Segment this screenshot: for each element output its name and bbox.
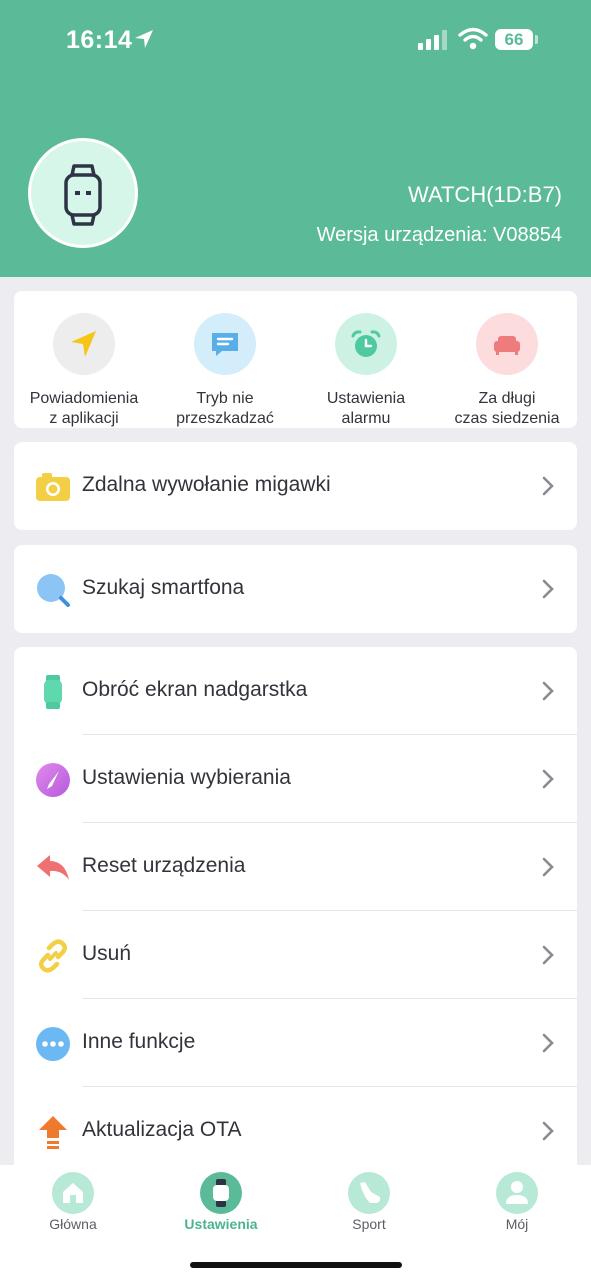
label-line: Powiadomienia: [29, 390, 139, 407]
upload-arrow-icon: [39, 1116, 67, 1149]
sofa-icon: [494, 336, 520, 355]
label-line: z aplikacji: [49, 410, 119, 427]
battery-indicator: 66: [495, 29, 533, 50]
settings-list-card: Obróć ekran nadgarstka Ustawienia wybier…: [14, 647, 577, 1177]
row-unpair[interactable]: Usuń: [14, 911, 577, 999]
row-label: Usuń: [82, 942, 132, 965]
chevron-right-icon: [542, 476, 554, 496]
home-icon: [63, 1183, 83, 1203]
tab-sport[interactable]: Sport: [314, 1172, 424, 1232]
quick-action-icon-bg: [476, 313, 538, 375]
chevron-right-icon: [542, 1033, 554, 1053]
quick-action-label: Ustawienia alarmu: [296, 389, 436, 429]
label-line: Ustawienia: [326, 390, 406, 407]
tab-icon-bg: [200, 1172, 242, 1214]
smartwatch-icon: [64, 164, 102, 226]
battery-nub: [535, 35, 538, 44]
row-device-reset[interactable]: Reset urządzenia: [14, 823, 577, 911]
chevron-right-icon: [542, 945, 554, 965]
device-version: Wersja urządzenia: V08854: [316, 224, 562, 246]
device-name: WATCH(1D:B7): [408, 182, 562, 207]
sneaker-icon: [360, 1182, 381, 1203]
quick-action-label: Za długi czas siedzenia: [437, 389, 577, 429]
label-line: przeszkadzać: [176, 410, 274, 427]
status-bar: 16:14 66: [0, 0, 591, 80]
home-indicator: [190, 1262, 402, 1268]
find-phone-card: Szukaj smartfona: [14, 545, 577, 633]
row-label: Obróć ekran nadgarstka: [82, 678, 308, 701]
quick-action-icon-bg: [53, 313, 115, 375]
row-remote-shutter[interactable]: Zdalna wywołanie migawki: [14, 442, 577, 530]
label-line: Tryb nie: [196, 390, 254, 407]
device-avatar: [28, 138, 138, 248]
link-icon: [39, 939, 67, 973]
quick-action-do-not-disturb[interactable]: Tryb nie przeszkadzać: [155, 313, 295, 429]
quick-action-label: Tryb nie przeszkadzać: [155, 389, 295, 429]
tab-home[interactable]: Główna: [18, 1172, 128, 1232]
tab-icon-bg: [348, 1172, 390, 1214]
row-find-phone[interactable]: Szukaj smartfona: [14, 545, 577, 633]
tab-settings[interactable]: Ustawienia: [166, 1172, 276, 1232]
alarm-clock-icon: [351, 330, 381, 357]
quick-actions-card: Powiadomienia z aplikacji Tryb nie przes…: [14, 291, 577, 428]
row-rotate-wrist-screen[interactable]: Obróć ekran nadgarstka: [14, 647, 577, 735]
chevron-right-icon: [542, 681, 554, 701]
cellular-signal-icon: [418, 30, 447, 50]
row-ota-update[interactable]: Aktualizacja OTA: [14, 1087, 577, 1175]
quick-action-app-notifications[interactable]: Powiadomienia z aplikacji: [14, 313, 154, 429]
quick-action-sedentary-reminder[interactable]: Za długi czas siedzenia: [437, 313, 577, 429]
quick-action-alarm-settings[interactable]: Ustawienia alarmu: [296, 313, 436, 429]
tab-label: Mój: [505, 1216, 529, 1232]
label-line: alarmu: [341, 410, 391, 427]
send-arrow-icon: [71, 331, 96, 357]
row-label: Zdalna wywołanie migawki: [82, 473, 331, 496]
magnifier-icon: [37, 574, 70, 607]
tab-label: Główna: [49, 1216, 97, 1232]
row-label: Szukaj smartfona: [82, 576, 245, 599]
tab-icon-bg: [496, 1172, 538, 1214]
wifi-icon: [458, 27, 488, 50]
row-label: Reset urządzenia: [82, 854, 246, 877]
user-icon: [506, 1181, 528, 1204]
camera-icon: [36, 473, 70, 501]
quick-action-icon-bg: [194, 313, 256, 375]
chevron-right-icon: [542, 1121, 554, 1141]
chevron-right-icon: [542, 769, 554, 789]
label-line: Za długi: [478, 390, 536, 407]
row-label: Ustawienia wybierania: [82, 766, 291, 789]
row-label: Aktualizacja OTA: [82, 1118, 242, 1141]
chevron-right-icon: [542, 579, 554, 599]
dial-icon: [36, 763, 70, 797]
device-header: 16:14 66 WATCH(1D:B7) Wersja urządzenia:…: [0, 0, 591, 277]
tab-profile[interactable]: Mój: [462, 1172, 572, 1232]
message-icon: [212, 333, 238, 356]
shutter-card: Zdalna wywołanie migawki: [14, 442, 577, 530]
label-line: czas siedzenia: [454, 410, 560, 427]
status-time: 16:14: [66, 26, 133, 54]
chevron-right-icon: [542, 857, 554, 877]
tab-label: Ustawienia: [184, 1216, 258, 1232]
row-dial-settings[interactable]: Ustawienia wybierania: [14, 735, 577, 823]
tab-icon-bg: [52, 1172, 94, 1214]
watch-icon: [213, 1179, 229, 1207]
band-icon: [44, 675, 62, 709]
row-label: Inne funkcje: [82, 1030, 196, 1053]
undo-arrow-icon: [37, 855, 69, 880]
quick-action-icon-bg: [335, 313, 397, 375]
more-dots-icon: [36, 1027, 70, 1061]
tab-label: Sport: [352, 1216, 386, 1232]
location-arrow-icon: [135, 30, 153, 48]
row-other-functions[interactable]: Inne funkcje: [14, 999, 577, 1087]
quick-action-label: Powiadomienia z aplikacji: [14, 389, 154, 429]
